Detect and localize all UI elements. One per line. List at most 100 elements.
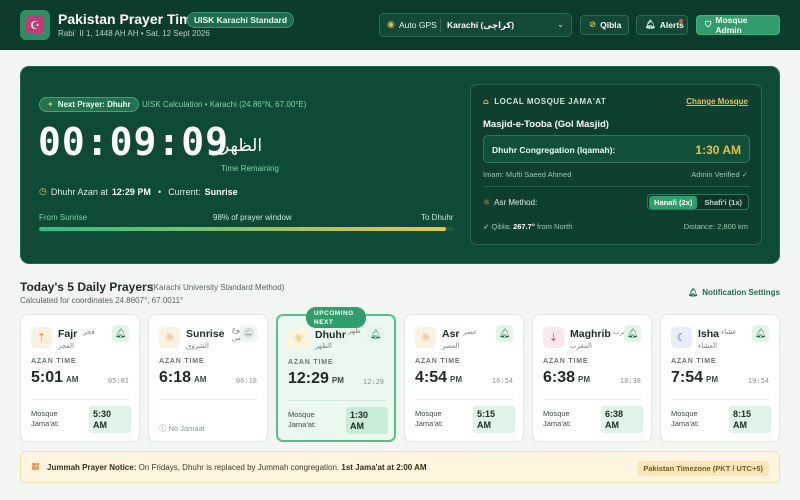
azan-time: 12:29 PM [288, 370, 344, 388]
jamaat-time: 6:38 AM [601, 406, 643, 433]
jamaat-label: Mosque Jama'at: [415, 409, 444, 428]
sunrise-icon: ⇡ [31, 327, 52, 348]
imam-name: Imam: Mufti Saeed Ahmed [483, 170, 572, 179]
daily-prayers-method: (Karachi University Standard Method) [151, 283, 285, 292]
mosque-distance: Distance: 2,800 km [683, 222, 748, 231]
prayer-name: Asr [442, 328, 460, 340]
mosque-admin-button[interactable]: ⛉ Mosque Admin [696, 15, 780, 35]
bell-icon[interactable]: 🔔︎ [112, 325, 129, 342]
daily-prayers-title: Today's 5 Daily Prayers [20, 280, 154, 294]
azan-time-value: 6:18 [159, 369, 192, 386]
crescent-icon: ☪ [26, 16, 44, 34]
azan-time-24h: 16:54 [491, 377, 513, 385]
clock-icon: ◷ [39, 187, 47, 197]
jamaat-time: 1:30 AM [346, 407, 388, 434]
sun-icon: ☼ [483, 198, 491, 207]
calendar-icon: ▦ [31, 462, 40, 472]
azan-time-24h: 05:01 [107, 377, 129, 385]
card-divider [543, 399, 641, 400]
azan-ampm: AM [66, 375, 79, 384]
congregation-label: Dhuhr Congregation (Iqamah): [492, 145, 616, 155]
asr-option-shafii[interactable]: Shafi'i (1x) [699, 196, 747, 209]
change-mosque-link[interactable]: Change Mosque [686, 97, 748, 106]
prayer-arabic-sub: العصر [442, 342, 460, 350]
prayer-name: Isha [698, 328, 720, 340]
alerts-button[interactable]: 🔔︎ Alerts [636, 15, 688, 35]
current-prefix: Current: [168, 187, 201, 197]
jamaat-label: Mosque Jama'at: [31, 409, 60, 428]
app-logo[interactable]: ☪ [20, 10, 50, 40]
bell-icon[interactable]: 🔔︎ [496, 325, 513, 342]
bell-icon[interactable]: 🔔︎ [367, 326, 384, 343]
bell-icon[interactable]: 🔔︎ [624, 325, 641, 342]
alert-dot [679, 19, 683, 23]
jamaat-time: 5:15 AM [473, 406, 515, 433]
azan-time-24h: 06:18 [235, 377, 257, 385]
prayer-window-progress [39, 227, 454, 231]
prayer-card-dhuhr[interactable]: ☼ Dhuhr ظهر الظهر 🔔︎ AZAN TIME 12:29 PM 1… [276, 314, 396, 442]
azan-ampm: PM [578, 375, 591, 384]
city-select-value[interactable]: Karachi (کراچی) [447, 20, 514, 31]
mosque-title-text: LOCAL MOSQUE JAMA'AT [494, 97, 607, 106]
prayer-card-fajr[interactable]: ⇡ Fajr فجر الفجر 🔔︎ AZAN TIME 5:01 AM 05:… [20, 314, 140, 442]
mosque-divider [483, 186, 750, 187]
azan-time-24h: 18:38 [619, 377, 641, 385]
card-divider [415, 399, 513, 400]
azan-time: 6:38 PM [543, 369, 590, 387]
prayer-arabic-sub: العشاء [698, 342, 718, 350]
azan-time: 6:18 AM [159, 369, 206, 387]
azan-ampm: PM [450, 375, 463, 384]
azan-time: 7:54 PM [671, 369, 718, 387]
asr-method-toggle[interactable]: Hanafi (2x) Shafi'i (1x) [647, 194, 749, 210]
azan-time-24h: 12:29 [362, 378, 384, 386]
bell-icon: 🔔︎ [688, 288, 699, 297]
jamaat-time: 8:15 AM [729, 406, 771, 433]
asr-label-text: Asr Method: [494, 198, 538, 207]
qibla-button[interactable]: ⊘ Qibla [580, 15, 629, 35]
bell-icon[interactable]: 🔔︎ [752, 325, 769, 342]
countdown-timer: 00:09:09 [38, 120, 230, 164]
notice-body: On Fridays, Dhuhr is replaced by Jummah … [138, 463, 340, 472]
gps-divider [440, 19, 441, 32]
azan-time-value: 6:38 [543, 369, 576, 386]
card-divider [671, 399, 769, 400]
card-divider [288, 400, 386, 401]
sun-icon: ☼ [415, 327, 436, 348]
mosque-panel-title: ⌂ LOCAL MOSQUE JAMA'AT [483, 97, 606, 106]
card-divider [31, 399, 129, 400]
card-divider [159, 399, 257, 400]
prayer-card-maghrib[interactable]: ⇣ Maghrib مغرب المغرب 🔔︎ AZAN TIME 6:38 P… [532, 314, 652, 442]
prayer-card-isha[interactable]: ☾ Isha عشاء العشاء 🔔︎ AZAN TIME 7:54 PM 1… [660, 314, 780, 442]
bell-off-icon[interactable]: 🔕︎ [240, 325, 257, 342]
compass-icon: ⊘ [589, 20, 597, 30]
azan-time-label: AZAN TIME [31, 358, 77, 365]
info-icon: ⓘ [159, 424, 167, 433]
no-jamaat: ⓘ No Jamaat [159, 423, 205, 434]
asr-option-hanafi[interactable]: Hanafi (2x) [649, 195, 698, 209]
auto-gps-label[interactable]: Auto GPS [399, 20, 437, 30]
sparkle-icon: ✦ [47, 100, 54, 109]
progress-to-label: To Dhuhr [421, 213, 454, 222]
asr-method-label: ☼ Asr Method: [483, 198, 537, 207]
qibla-bearing: ➶ Qibla: 267.7° from North [483, 222, 572, 231]
prayer-arabic: فجر [83, 328, 95, 336]
chevron-down-icon[interactable]: ⌄ [557, 20, 564, 29]
prayer-card-asr[interactable]: ☼ Asr عصر العصر 🔔︎ AZAN TIME 4:54 PM 16:5… [404, 314, 524, 442]
azan-prefix: Dhuhr Azan at [50, 187, 108, 197]
notification-settings-link[interactable]: 🔔︎ Notification Settings [688, 288, 780, 297]
app-title: Pakistan Prayer Times [58, 11, 208, 27]
location-selector[interactable]: ◉ Auto GPS Karachi (کراچی) ⌄ [379, 13, 572, 37]
arabic-prayer-name: الظهر [221, 136, 263, 156]
next-prayer-pill: ✦ Next Prayer: Dhuhr [39, 97, 139, 112]
qibla-value: 267.7° [513, 222, 535, 231]
azan-time-value: 4:54 [415, 369, 448, 386]
jamaat-time: 5:30 AM [89, 406, 131, 433]
progress-percent-label: 98% of prayer window [213, 213, 292, 222]
calculation-info: UISK Calculation • Karachi (24.86°N, 67.… [142, 100, 307, 109]
notice-lead: Jummah Prayer Notice: [47, 463, 137, 472]
prayer-arabic-sub: الظهر [315, 342, 332, 350]
prayer-card-sunrise[interactable]: ☼ Sunrise طلوع الشمس الشروق 🔕︎ AZAN TIME… [148, 314, 268, 442]
azan-time-value: 12:29 [288, 370, 329, 387]
azan-time-label: AZAN TIME [288, 359, 334, 366]
admin-verified: Admin Verified ✓ [691, 170, 748, 179]
